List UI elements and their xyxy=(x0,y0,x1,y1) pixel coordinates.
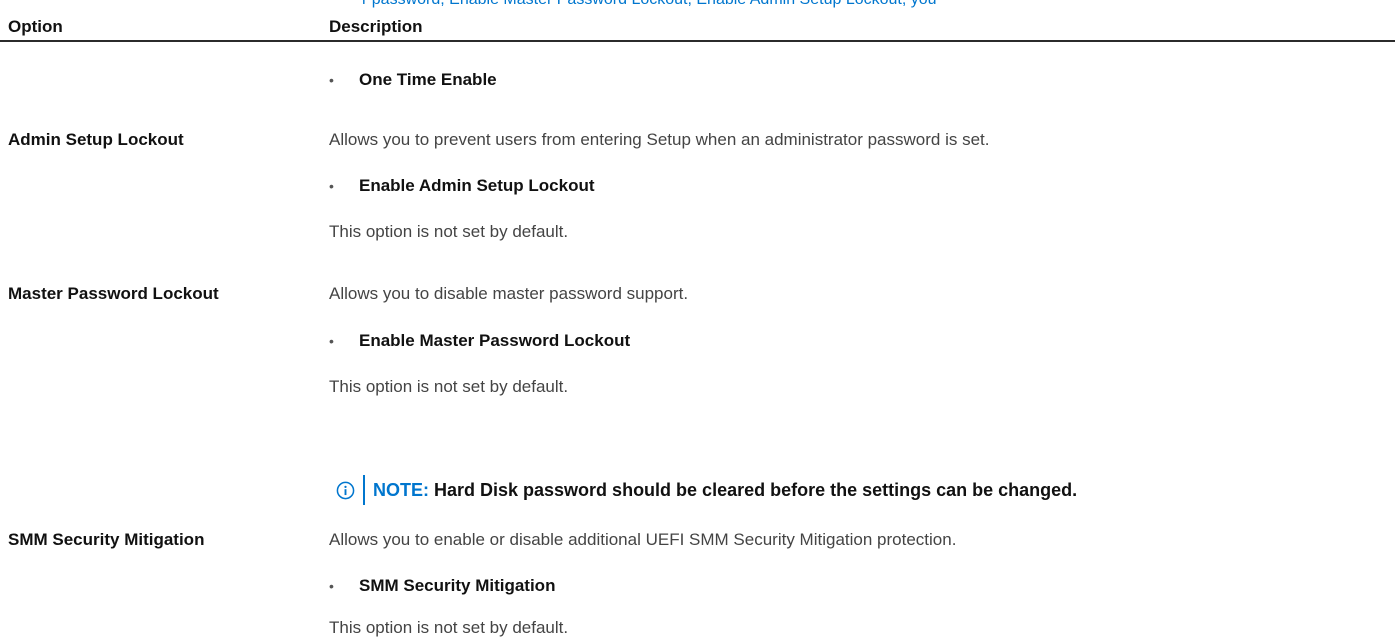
option-master-password-lockout: Master Password Lockout xyxy=(8,284,219,303)
table-header: r password, Enable Master Password Locko… xyxy=(0,0,1395,42)
bullet-label: SMM Security Mitigation xyxy=(359,576,556,595)
description-smm-security-mitigation: Allows you to enable or disable addition… xyxy=(329,530,957,549)
bullet-item: • One Time Enable xyxy=(329,70,497,90)
note-divider xyxy=(363,475,365,505)
option-admin-setup-lockout: Admin Setup Lockout xyxy=(8,130,184,149)
description-admin-setup-lockout: Allows you to prevent users from enterin… xyxy=(329,130,990,149)
bullet-label: One Time Enable xyxy=(359,70,497,89)
bullet-dot-icon: • xyxy=(329,178,334,194)
note-callout: NOTE: Hard Disk password should be clear… xyxy=(336,475,1077,505)
note-text: Hard Disk password should be cleared bef… xyxy=(434,479,1078,500)
option-smm-security-mitigation: SMM Security Mitigation xyxy=(8,530,205,549)
bullet-item: • Enable Admin Setup Lockout xyxy=(329,176,595,196)
clipped-heading-text: r password, Enable Master Password Locko… xyxy=(362,0,937,9)
description-master-password-lockout: Allows you to disable master password su… xyxy=(329,284,689,303)
default-note-master-password-lockout: This option is not set by default. xyxy=(329,377,569,396)
default-note-admin-setup-lockout: This option is not set by default. xyxy=(329,222,569,241)
bullet-dot-icon: • xyxy=(329,72,334,88)
bullet-item: • Enable Master Password Lockout xyxy=(329,331,630,351)
bullet-dot-icon: • xyxy=(329,578,334,594)
info-circle-icon xyxy=(336,481,355,499)
bullet-item: • SMM Security Mitigation xyxy=(329,576,555,596)
bullet-label: Enable Admin Setup Lockout xyxy=(359,176,595,195)
default-note-smm-security-mitigation: This option is not set by default. xyxy=(329,618,569,637)
note-label: NOTE: xyxy=(373,479,429,500)
bullet-dot-icon: • xyxy=(329,333,334,349)
description-column-header: Description xyxy=(329,17,423,36)
option-column-header: Option xyxy=(8,17,63,36)
bullet-label: Enable Master Password Lockout xyxy=(359,331,631,350)
document-page: r password, Enable Master Password Locko… xyxy=(0,0,1395,637)
